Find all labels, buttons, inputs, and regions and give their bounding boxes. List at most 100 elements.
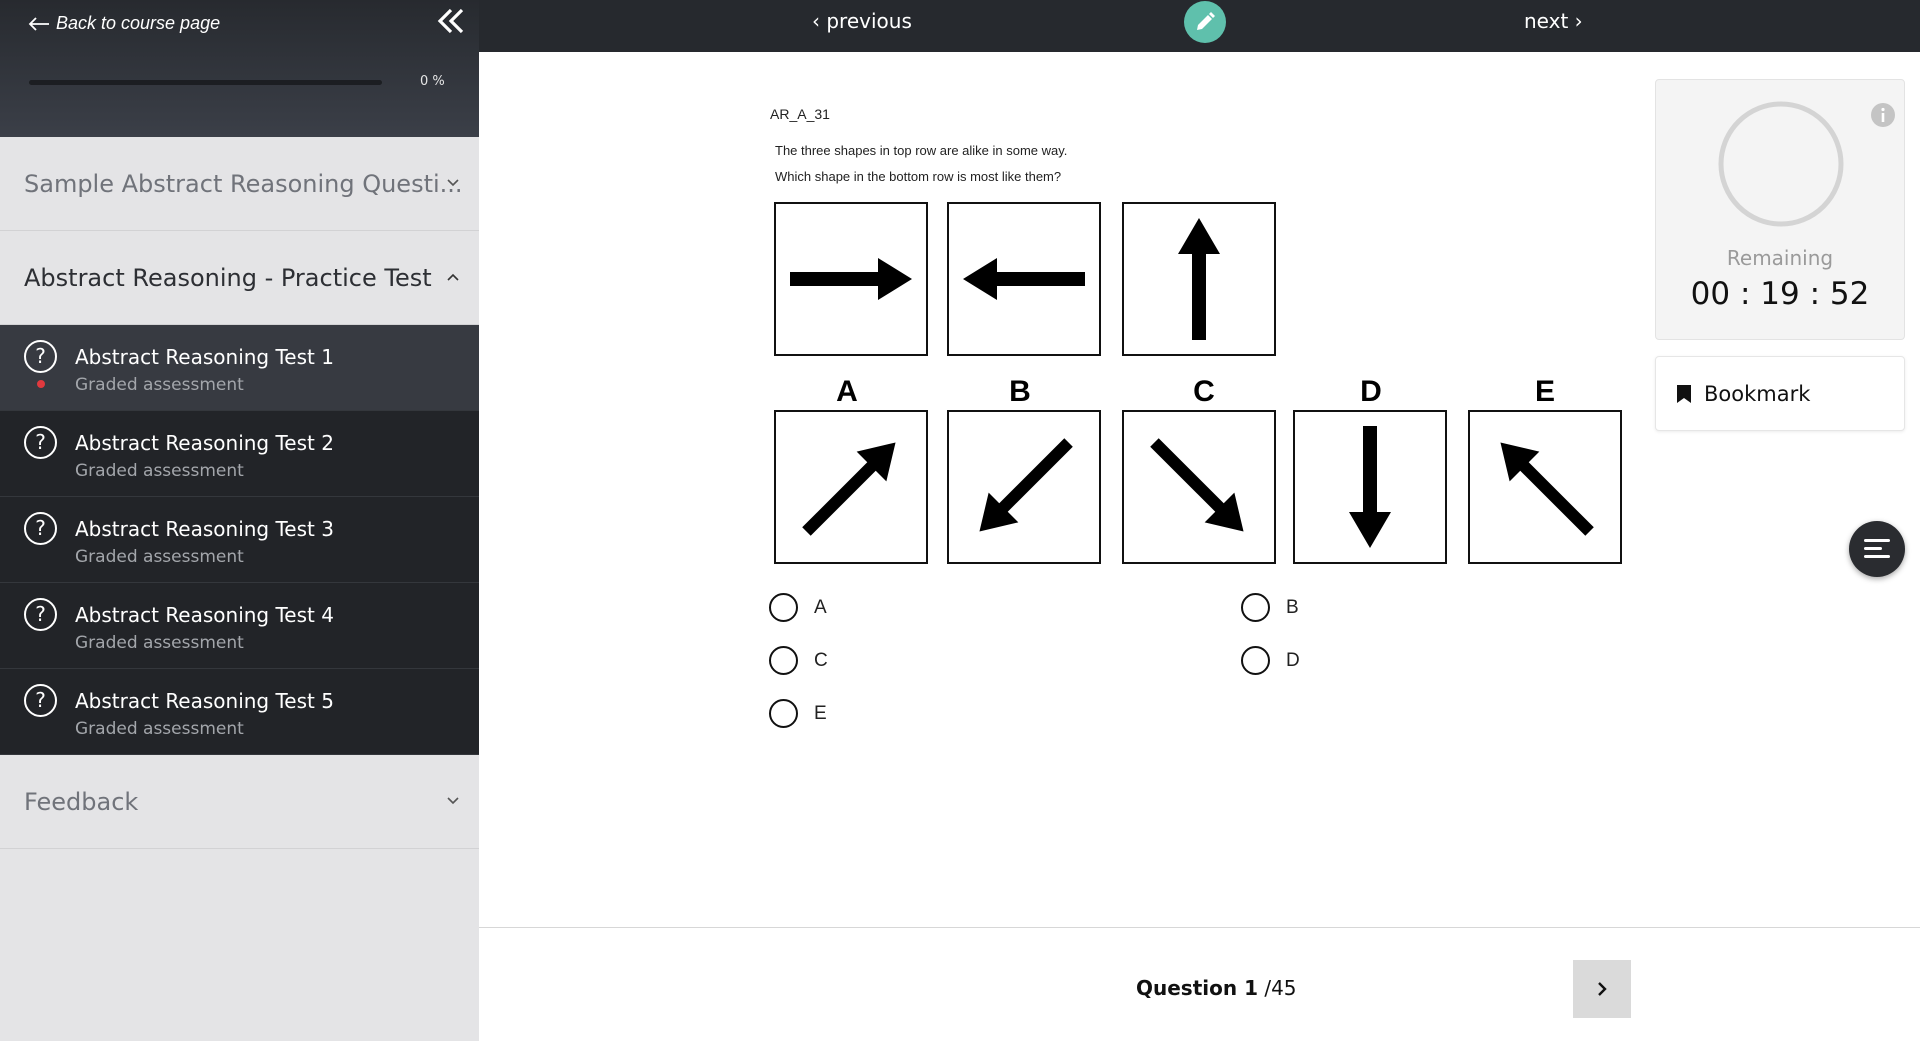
chevron-up-icon bbox=[447, 273, 459, 281]
lesson-item[interactable]: ? Abstract Reasoning Test 4 Graded asses… bbox=[0, 583, 479, 669]
back-link-label: Back to course page bbox=[56, 13, 221, 33]
top-row-figure-1 bbox=[774, 202, 928, 356]
timer-card: Remaining 00 : 19 : 52 bbox=[1655, 79, 1905, 340]
option-label: D bbox=[1360, 375, 1382, 408]
question-counter: Question 1 /45 bbox=[1136, 976, 1297, 1000]
svg-text:?: ? bbox=[35, 688, 46, 712]
answer-radio-c[interactable]: C bbox=[769, 646, 828, 675]
arrow-left-icon bbox=[28, 16, 49, 31]
next-button[interactable]: next › bbox=[1524, 9, 1583, 33]
question-circle-icon: ? bbox=[24, 512, 57, 545]
option-label: C bbox=[1193, 375, 1215, 408]
answer-radio-e[interactable]: E bbox=[769, 699, 827, 728]
lesson-subtitle: Graded assessment bbox=[75, 461, 244, 481]
bookmark-label: Bookmark bbox=[1704, 381, 1811, 406]
answer-radio-b[interactable]: B bbox=[1241, 593, 1299, 622]
section-title: Abstract Reasoning - Practice Test bbox=[24, 263, 432, 292]
info-icon[interactable] bbox=[1870, 102, 1896, 128]
lesson-subtitle: Graded assessment bbox=[75, 633, 244, 653]
lesson-title: Abstract Reasoning Test 2 bbox=[75, 431, 334, 455]
lesson-title: Abstract Reasoning Test 3 bbox=[75, 517, 334, 541]
option-label: A bbox=[836, 375, 858, 408]
answer-radio-a[interactable]: A bbox=[769, 593, 827, 622]
option-label: E bbox=[1534, 375, 1555, 408]
section-sample-questions[interactable]: Sample Abstract Reasoning Questi... bbox=[0, 137, 479, 231]
lesson-subtitle: Graded assessment bbox=[75, 375, 244, 395]
section-feedback[interactable]: Feedback bbox=[0, 755, 479, 849]
collapse-sidebar-button[interactable] bbox=[434, 6, 466, 38]
top-row-figure-3 bbox=[1122, 202, 1276, 356]
svg-text:?: ? bbox=[35, 516, 46, 540]
section-practice-test[interactable]: Abstract Reasoning - Practice Test bbox=[0, 231, 479, 325]
section-title: Sample Abstract Reasoning Questi... bbox=[24, 169, 463, 198]
radio-label: C bbox=[814, 649, 828, 671]
question-text-line-1: The three shapes in top row are alike in… bbox=[775, 143, 1068, 158]
lesson-subtitle: Graded assessment bbox=[75, 719, 244, 739]
lesson-title: Abstract Reasoning Test 4 bbox=[75, 603, 334, 627]
sidebar: Back to course page 0 % Sample Abstract … bbox=[0, 0, 479, 1041]
radio-label: B bbox=[1286, 596, 1299, 618]
lesson-item[interactable]: ? Abstract Reasoning Test 3 Graded asses… bbox=[0, 497, 479, 583]
arrow-down-right-icon bbox=[1150, 438, 1244, 532]
question-circle-icon: ? bbox=[24, 598, 57, 631]
option-figure-d bbox=[1293, 410, 1447, 564]
radio-circle[interactable] bbox=[769, 699, 798, 728]
lesson-title: Abstract Reasoning Test 1 bbox=[75, 345, 334, 369]
app: Back to course page 0 % Sample Abstract … bbox=[0, 0, 1920, 1041]
question-counter-total: /45 bbox=[1257, 976, 1297, 1000]
lesson-item[interactable]: ? Abstract Reasoning Test 2 Graded asses… bbox=[0, 411, 479, 497]
arrow-up-icon bbox=[1178, 218, 1220, 340]
radio-label: E bbox=[814, 702, 827, 724]
arrow-left-icon bbox=[963, 258, 1085, 300]
arrow-down-left-icon bbox=[979, 438, 1073, 532]
radio-circle[interactable] bbox=[1241, 646, 1270, 675]
lesson-item[interactable]: ? Abstract Reasoning Test 1 Graded asses… bbox=[0, 325, 479, 411]
option-figure-e bbox=[1468, 410, 1622, 564]
timer-ring bbox=[1718, 101, 1844, 227]
arrow-right-icon bbox=[790, 258, 912, 300]
top-row-figure-2 bbox=[947, 202, 1101, 356]
question-footer: Question 1 /45 bbox=[479, 928, 1920, 1041]
bookmark-button[interactable]: Bookmark bbox=[1655, 356, 1905, 431]
question-circle-icon: ? bbox=[24, 426, 57, 459]
double-chevron-left-icon bbox=[437, 8, 464, 34]
option-figure-c bbox=[1122, 410, 1276, 564]
option-label: B bbox=[1009, 375, 1031, 408]
question-nav-bar: ‹ previous next › bbox=[479, 0, 1920, 52]
arrow-up-right-icon bbox=[802, 442, 896, 536]
chevron-down-icon bbox=[447, 797, 459, 805]
menu-button[interactable] bbox=[1849, 521, 1905, 577]
radio-circle[interactable] bbox=[769, 593, 798, 622]
svg-text:?: ? bbox=[35, 602, 46, 626]
current-indicator-dot bbox=[37, 380, 45, 388]
question-text-line-2: Which shape in the bottom row is most li… bbox=[775, 169, 1062, 184]
radio-label: D bbox=[1286, 649, 1300, 671]
sidebar-header: Back to course page 0 % bbox=[0, 0, 479, 137]
question-circle-icon: ? bbox=[24, 340, 57, 373]
section-title: Feedback bbox=[24, 787, 139, 816]
arrow-down-icon bbox=[1349, 426, 1391, 548]
radio-circle[interactable] bbox=[1241, 593, 1270, 622]
lesson-item[interactable]: ? Abstract Reasoning Test 5 Graded asses… bbox=[0, 669, 479, 755]
question-counter-current: Question 1 bbox=[1136, 976, 1258, 1000]
edit-button[interactable] bbox=[1184, 1, 1226, 43]
question-circle-icon: ? bbox=[24, 684, 57, 717]
pencil-icon bbox=[1197, 12, 1215, 30]
svg-text:?: ? bbox=[35, 344, 46, 368]
answer-radio-d[interactable]: D bbox=[1241, 646, 1300, 675]
course-progress-bar bbox=[29, 80, 382, 85]
previous-button[interactable]: ‹ previous bbox=[812, 9, 912, 33]
chevron-right-icon bbox=[1598, 982, 1607, 996]
chevron-down-icon bbox=[447, 179, 459, 187]
course-progress-percent: 0 % bbox=[420, 74, 445, 89]
arrow-up-left-icon bbox=[1500, 442, 1594, 536]
option-figure-a bbox=[774, 410, 928, 564]
remaining-time: 00 : 19 : 52 bbox=[1690, 276, 1870, 312]
back-to-course-link[interactable]: Back to course page bbox=[28, 13, 220, 34]
next-question-button[interactable] bbox=[1573, 960, 1631, 1018]
menu-lines-icon bbox=[1864, 539, 1890, 558]
option-figure-b bbox=[947, 410, 1101, 564]
question-id: AR_A_31 bbox=[770, 106, 830, 122]
radio-label: A bbox=[814, 596, 827, 618]
radio-circle[interactable] bbox=[769, 646, 798, 675]
